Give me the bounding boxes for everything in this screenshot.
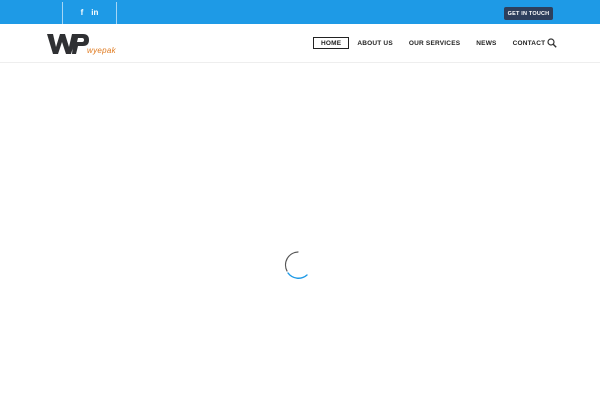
get-in-touch-button[interactable]: GET IN TOUCH — [504, 7, 553, 20]
nav-news[interactable]: NEWS — [476, 37, 496, 49]
wp-logo-mark — [47, 34, 89, 54]
nav-contact[interactable]: CONTACT — [513, 37, 546, 49]
site-header: wyepak HOME ABOUT US OUR SERVICES NEWS C… — [0, 24, 600, 63]
main-navigation: HOME ABOUT US OUR SERVICES NEWS CONTACT — [313, 37, 545, 49]
linkedin-icon[interactable]: in — [91, 9, 98, 17]
logo-wordmark: wyepak — [87, 46, 116, 55]
social-links: f in — [62, 2, 117, 24]
search-icon[interactable] — [547, 38, 557, 48]
top-bar: f in GET IN TOUCH — [0, 0, 600, 24]
site-logo[interactable]: wyepak — [47, 31, 129, 57]
nav-home[interactable]: HOME — [313, 37, 350, 49]
loading-spinner-icon — [284, 251, 308, 279]
nav-about-us[interactable]: ABOUT US — [357, 37, 393, 49]
nav-our-services[interactable]: OUR SERVICES — [409, 37, 460, 49]
facebook-icon[interactable]: f — [81, 9, 84, 17]
